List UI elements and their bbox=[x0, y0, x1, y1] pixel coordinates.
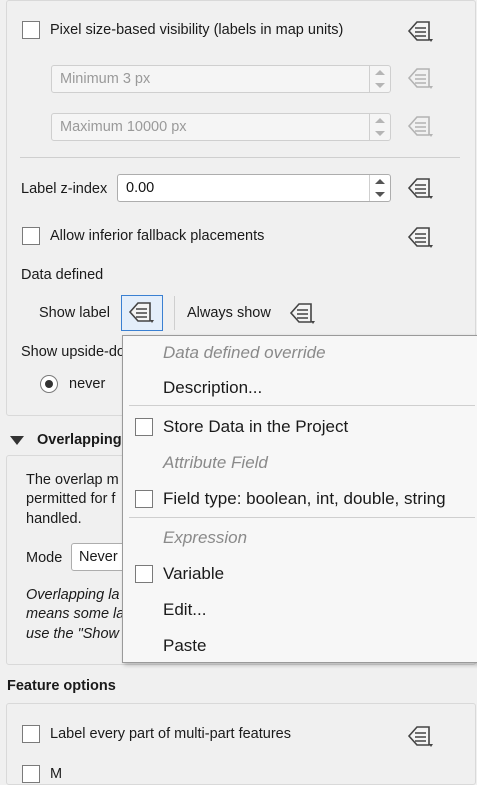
show-label-label: Show label bbox=[39, 305, 110, 321]
field-type-checkbox[interactable] bbox=[135, 490, 153, 508]
data-defined-override-icon bbox=[407, 726, 433, 747]
max-pixel-dd-button bbox=[403, 111, 437, 141]
every-part-label: Label every part of multi-part features bbox=[50, 726, 291, 742]
variable-checkbox[interactable] bbox=[135, 565, 153, 583]
max-pixel-spinbox[interactable]: Maximum 10000 px bbox=[51, 113, 391, 141]
menu-separator bbox=[129, 405, 475, 406]
data-defined-override-icon bbox=[128, 302, 154, 323]
feature-options-title: Feature options bbox=[7, 678, 116, 694]
data-defined-override-icon bbox=[407, 21, 433, 42]
data-defined-override-icon bbox=[289, 303, 315, 324]
mode-combo-value: Never bbox=[79, 549, 118, 565]
max-pixel-arrows[interactable] bbox=[369, 114, 390, 140]
max-pixel-value: Maximum 10000 px bbox=[60, 119, 187, 135]
spin-up-icon bbox=[375, 118, 385, 123]
data-defined-override-icon bbox=[407, 178, 433, 199]
menu-header-attribute: Attribute Field bbox=[163, 453, 268, 472]
data-defined-context-menu: Data defined override Description... Sto… bbox=[122, 335, 477, 663]
menu-store-data[interactable]: Store Data in the Project bbox=[163, 417, 348, 437]
overlap-desc-2: permitted for f bbox=[26, 491, 116, 507]
data-defined-override-icon bbox=[407, 227, 433, 248]
store-data-checkbox[interactable] bbox=[135, 418, 153, 436]
show-upside-down-label: Show upside-do bbox=[21, 344, 125, 360]
menu-variable[interactable]: Variable bbox=[163, 564, 224, 584]
pixel-visibility-dd-button[interactable] bbox=[403, 16, 437, 46]
zindex-arrows[interactable] bbox=[369, 175, 390, 201]
overlap-note-1: Overlapping la bbox=[26, 587, 120, 603]
min-pixel-value: Minimum 3 px bbox=[60, 71, 151, 87]
spin-down-icon bbox=[375, 83, 385, 88]
show-label-dd-button[interactable] bbox=[121, 295, 163, 331]
next-checkbox[interactable] bbox=[22, 765, 40, 783]
min-pixel-arrows[interactable] bbox=[369, 66, 390, 92]
always-show-dd-button[interactable] bbox=[285, 298, 319, 328]
menu-separator bbox=[129, 517, 475, 518]
min-pixel-dd-button bbox=[403, 63, 437, 93]
menu-description[interactable]: Description... bbox=[163, 378, 262, 398]
next-option-label: M bbox=[50, 766, 63, 782]
fallback-label: Allow inferior fallback placements bbox=[50, 228, 265, 244]
zindex-dd-button[interactable] bbox=[403, 173, 437, 203]
fallback-dd-button[interactable] bbox=[403, 222, 437, 252]
always-show-label: Always show bbox=[187, 305, 271, 321]
divider bbox=[20, 157, 460, 158]
every-part-checkbox[interactable] bbox=[22, 725, 40, 743]
overlap-note-3: use the "Show bbox=[26, 626, 120, 642]
data-defined-override-icon bbox=[407, 116, 433, 137]
zindex-label: Label z-index bbox=[21, 181, 108, 197]
every-part-dd-button[interactable] bbox=[403, 721, 437, 751]
data-defined-heading: Data defined bbox=[21, 267, 104, 283]
zindex-spinbox[interactable]: 0.00 bbox=[117, 174, 391, 202]
zindex-value: 0.00 bbox=[126, 180, 155, 196]
menu-field-type[interactable]: Field type: boolean, int, double, string bbox=[163, 489, 446, 509]
menu-header-override: Data defined override bbox=[163, 343, 326, 362]
overlapping-title[interactable]: Overlapping bbox=[37, 432, 122, 448]
collapse-arrow-icon[interactable] bbox=[10, 436, 24, 445]
overlap-note-2: means some la bbox=[26, 606, 125, 622]
data-defined-override-icon bbox=[407, 68, 433, 89]
overlap-desc-3: handled. bbox=[26, 511, 82, 527]
vertical-divider bbox=[174, 296, 175, 330]
min-pixel-spinbox[interactable]: Minimum 3 px bbox=[51, 65, 391, 93]
menu-edit[interactable]: Edit... bbox=[163, 600, 206, 620]
never-radio-label: never bbox=[69, 376, 106, 392]
menu-paste[interactable]: Paste bbox=[163, 636, 206, 656]
pixel-visibility-label: Pixel size-based visibility (labels in m… bbox=[50, 22, 344, 38]
mode-label: Mode bbox=[26, 550, 63, 566]
spin-down-icon bbox=[375, 131, 385, 136]
pixel-visibility-checkbox[interactable] bbox=[22, 21, 40, 39]
spin-up-icon bbox=[375, 179, 385, 184]
menu-header-expression: Expression bbox=[163, 528, 248, 547]
fallback-checkbox[interactable] bbox=[22, 227, 40, 245]
spin-down-icon bbox=[375, 192, 385, 197]
spin-up-icon bbox=[375, 70, 385, 75]
never-radio[interactable] bbox=[40, 375, 58, 393]
overlap-desc-1: The overlap m bbox=[26, 472, 119, 488]
